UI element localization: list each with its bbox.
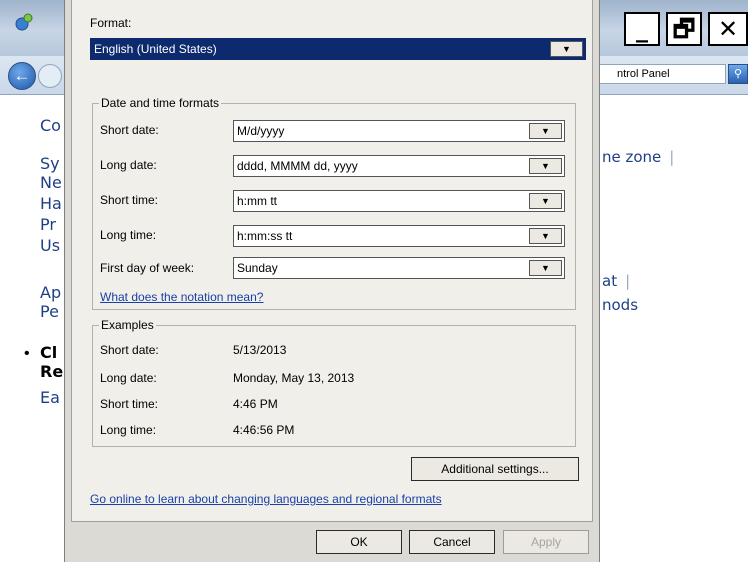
link-fragment-text[interactable]: ne zone (602, 148, 661, 166)
sidebar-fragment[interactable]: Ha (40, 194, 62, 213)
separator: | (625, 272, 631, 290)
sidebar-fragment-current: Re (40, 362, 64, 381)
first-day-of-week-dropdown[interactable]: Sunday ▼ (233, 257, 565, 279)
sidebar-fragment[interactable]: Ne (40, 173, 62, 192)
example-long-date-value: Monday, May 13, 2013 (233, 371, 355, 385)
link-fragment-text[interactable]: at (602, 272, 617, 290)
apply-button: Apply (503, 530, 589, 554)
example-short-time-label: Short time: (100, 397, 159, 411)
short-time-label: Short time: (100, 193, 159, 207)
link-fragment[interactable]: at | (602, 272, 630, 290)
chevron-down-icon[interactable]: ▼ (529, 228, 562, 244)
link-fragment[interactable]: nods (602, 296, 638, 314)
chevron-down-icon[interactable]: ▼ (529, 123, 562, 139)
separator: | (669, 148, 675, 166)
example-short-date-label: Short date: (100, 343, 159, 357)
sidebar-fragment-current: Cl (40, 343, 58, 362)
forward-icon[interactable] (38, 64, 62, 88)
minimize-button[interactable]: _ (624, 12, 660, 46)
format-dropdown[interactable]: English (United States) ▼ (90, 38, 586, 60)
restore-button[interactable]: 🗗 (666, 12, 702, 46)
sidebar-fragment[interactable]: Pe (40, 302, 59, 321)
control-panel-icon (15, 13, 33, 31)
short-time-dropdown[interactable]: h:mm tt ▼ (233, 190, 565, 212)
example-long-date-label: Long date: (100, 371, 157, 385)
chevron-down-icon[interactable]: ▼ (529, 158, 562, 174)
group-title: Date and time formats (99, 96, 222, 110)
short-date-value: M/d/yyyy (237, 124, 285, 138)
search-icon[interactable]: ⚲ (728, 64, 748, 84)
back-icon[interactable]: ← (8, 62, 36, 90)
first-day-of-week-value: Sunday (237, 261, 278, 275)
link-fragment[interactable]: ne zone | (602, 148, 674, 166)
group-title: Examples (99, 318, 156, 332)
format-value: English (United States) (94, 42, 217, 56)
cancel-button[interactable]: Cancel (409, 530, 495, 554)
examples-group: Examples Short date: 5/13/2013 Long date… (92, 318, 576, 447)
current-item-bullet: • (24, 345, 30, 362)
online-help-link[interactable]: Go online to learn about changing langua… (90, 492, 442, 506)
notation-help-link[interactable]: What does the notation mean? (100, 290, 263, 304)
ok-button[interactable]: OK (316, 530, 402, 554)
short-date-label: Short date: (100, 123, 159, 137)
sidebar-fragment[interactable]: Co (40, 116, 61, 135)
formats-tab-page: Format: English (United States) ▼ Date a… (71, 0, 593, 522)
date-time-formats-group: Date and time formats Short date: M/d/yy… (92, 96, 576, 310)
sidebar-fragment[interactable]: Us (40, 236, 60, 255)
example-long-time-value: 4:46:56 PM (233, 423, 295, 437)
region-dialog: Format: English (United States) ▼ Date a… (64, 0, 600, 562)
sidebar-fragment[interactable]: Ea (40, 388, 60, 407)
short-date-dropdown[interactable]: M/d/yyyy ▼ (233, 120, 565, 142)
additional-settings-button[interactable]: Additional settings... (411, 457, 579, 481)
example-long-time-label: Long time: (100, 423, 157, 437)
format-label: Format: (90, 16, 132, 30)
chevron-down-icon[interactable]: ▼ (550, 41, 583, 57)
long-time-label: Long time: (100, 228, 157, 242)
sidebar-fragment[interactable]: Sy (40, 154, 60, 173)
chevron-down-icon[interactable]: ▼ (529, 260, 562, 276)
sidebar-fragment[interactable]: Ap (40, 283, 61, 302)
example-short-date-value: 5/13/2013 (233, 343, 287, 357)
first-day-of-week-label: First day of week: (100, 261, 195, 275)
example-short-time-value: 4:46 PM (233, 397, 278, 411)
long-date-value: dddd, MMMM dd, yyyy (237, 159, 358, 173)
long-time-dropdown[interactable]: h:mm:ss tt ▼ (233, 225, 565, 247)
long-date-dropdown[interactable]: dddd, MMMM dd, yyyy ▼ (233, 155, 565, 177)
sidebar-fragment[interactable]: Pr (40, 215, 56, 234)
chevron-down-icon[interactable]: ▼ (529, 193, 562, 209)
search-input[interactable]: ntrol Panel (596, 64, 726, 84)
long-date-label: Long date: (100, 158, 157, 172)
close-button[interactable]: ✕ (708, 12, 748, 46)
long-time-value: h:mm:ss tt (237, 229, 293, 243)
short-time-value: h:mm tt (237, 194, 278, 208)
